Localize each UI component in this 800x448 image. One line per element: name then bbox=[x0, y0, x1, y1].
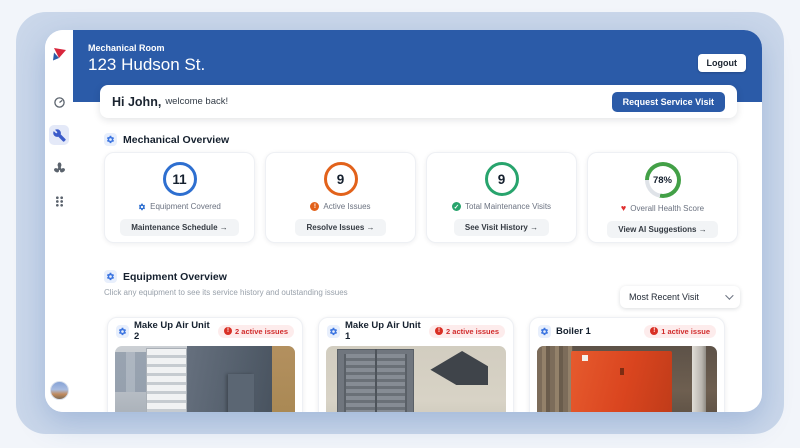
alert-icon: ! bbox=[435, 327, 443, 335]
equipment-card-make-up-air-unit-1[interactable]: Make Up Air Unit 1 ! 2 active issues bbox=[318, 317, 514, 412]
equipment-photo bbox=[326, 346, 506, 412]
equipment-photo bbox=[537, 346, 717, 412]
sort-dropdown[interactable]: Most Recent Visit bbox=[620, 286, 740, 308]
stats-row: 11 Equipment Covered Maintenance Schedul… bbox=[104, 152, 738, 243]
stat-value-ring: 11 bbox=[163, 162, 197, 196]
app-window: Mechanical Room 123 Hudson St. Logout bbox=[45, 30, 762, 412]
room-label: Mechanical Room bbox=[88, 43, 165, 53]
section-title: Equipment Overview bbox=[123, 271, 227, 283]
gear-icon bbox=[538, 325, 551, 338]
section-title: Mechanical Overview bbox=[123, 134, 229, 146]
equipment-name: Boiler 1 bbox=[556, 326, 639, 337]
active-issues-badge: ! 2 active issues bbox=[429, 325, 505, 338]
equipment-name: Make Up Air Unit 1 bbox=[345, 320, 424, 342]
active-issues-badge: ! 1 active issue bbox=[644, 325, 716, 338]
heart-icon: ♥ bbox=[621, 204, 626, 213]
greeting-card: Hi John, welcome back! Request Service V… bbox=[100, 85, 737, 118]
fan-icon[interactable] bbox=[49, 158, 69, 178]
equipment-subtitle: Click any equipment to see its service h… bbox=[104, 288, 348, 297]
gauge-icon[interactable] bbox=[49, 92, 69, 112]
equipment-overview-header: Equipment Overview bbox=[104, 270, 227, 283]
greeting-salutation: Hi John, bbox=[112, 95, 161, 109]
brand-logo-icon bbox=[50, 46, 68, 64]
chevron-down-icon bbox=[725, 291, 733, 299]
sidebar-nav bbox=[49, 92, 69, 211]
active-issues-badge: ! 2 active issues bbox=[218, 325, 294, 338]
see-visit-history-button[interactable]: See Visit History → bbox=[454, 219, 549, 236]
stat-value-ring: 9 bbox=[485, 162, 519, 196]
view-ai-suggestions-button[interactable]: View AI Suggestions → bbox=[607, 221, 717, 238]
logout-button[interactable]: Logout bbox=[698, 54, 747, 72]
equipment-name: Make Up Air Unit 2 bbox=[134, 320, 213, 342]
gear-icon bbox=[104, 270, 117, 283]
check-icon: ✓ bbox=[452, 202, 461, 211]
stat-label: Equipment Covered bbox=[138, 202, 221, 211]
alert-icon: ! bbox=[310, 202, 319, 211]
stat-value-ring: 9 bbox=[324, 162, 358, 196]
health-ring: 78% bbox=[645, 162, 681, 198]
sort-dropdown-value: Most Recent Visit bbox=[629, 292, 725, 302]
grid-dots-icon[interactable] bbox=[49, 191, 69, 211]
mechanical-overview-header: Mechanical Overview bbox=[104, 133, 229, 146]
alert-icon: ! bbox=[650, 327, 658, 335]
page-title-address: 123 Hudson St. bbox=[88, 55, 205, 75]
stat-card-health-score: 78% ♥ Overall Health Score View AI Sugge… bbox=[587, 152, 738, 243]
gear-icon bbox=[327, 325, 340, 338]
stat-card-maintenance-visits: 9 ✓ Total Maintenance Visits See Visit H… bbox=[426, 152, 577, 243]
greeting-message: welcome back! bbox=[165, 96, 228, 107]
maintenance-schedule-button[interactable]: Maintenance Schedule → bbox=[120, 219, 238, 236]
equipment-card-make-up-air-unit-2[interactable]: Make Up Air Unit 2 ! 2 active issues bbox=[107, 317, 303, 412]
equipment-photo bbox=[115, 346, 295, 412]
stat-label: ✓ Total Maintenance Visits bbox=[452, 202, 551, 211]
gear-icon bbox=[116, 325, 129, 338]
alert-icon: ! bbox=[224, 327, 232, 335]
stat-card-equipment-covered: 11 Equipment Covered Maintenance Schedul… bbox=[104, 152, 255, 243]
resolve-issues-button[interactable]: Resolve Issues → bbox=[295, 219, 385, 236]
stat-label: ! Active Issues bbox=[310, 202, 370, 211]
user-avatar[interactable] bbox=[50, 381, 69, 400]
request-service-visit-button[interactable]: Request Service Visit bbox=[612, 92, 725, 112]
stat-card-active-issues: 9 ! Active Issues Resolve Issues → bbox=[265, 152, 416, 243]
gear-icon bbox=[138, 203, 146, 211]
tools-wrench-icon[interactable] bbox=[49, 125, 69, 145]
stat-label: ♥ Overall Health Score bbox=[621, 204, 704, 213]
equipment-card-boiler-1[interactable]: Boiler 1 ! 1 active issue bbox=[529, 317, 725, 412]
gear-icon bbox=[104, 133, 117, 146]
sidebar bbox=[45, 30, 73, 412]
equipment-row: Make Up Air Unit 2 ! 2 active issues Mak… bbox=[107, 317, 725, 412]
